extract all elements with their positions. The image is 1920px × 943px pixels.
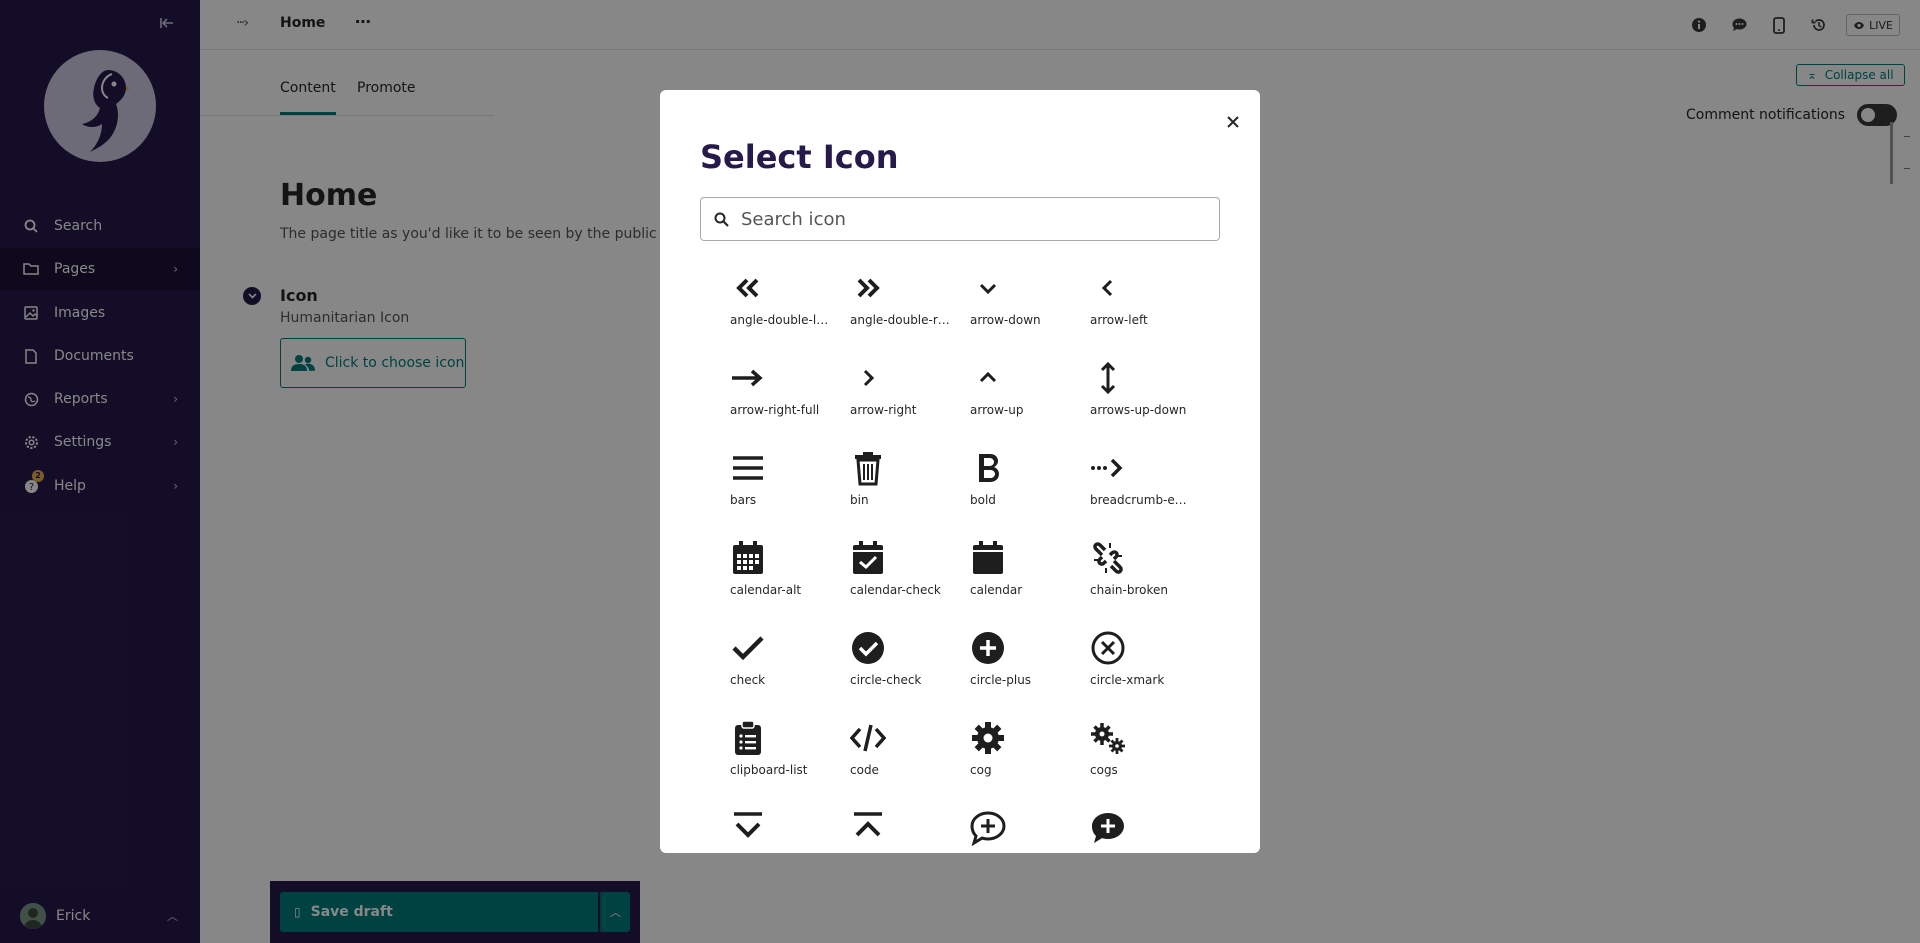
arrows-up-down-icon: [1090, 358, 1130, 398]
icon-option-label: bin: [850, 493, 869, 507]
icon-option-bars[interactable]: bars: [730, 448, 840, 538]
icon-option-arrow-left[interactable]: arrow-left: [1090, 268, 1200, 358]
calendar-icon: [970, 538, 1010, 578]
select-icon-modal: Select Icon angle-double-left angle-doub…: [660, 90, 1260, 853]
cogs-icon: [1090, 718, 1130, 758]
icon-option-label: chain-broken: [1090, 583, 1168, 597]
icon-option-label: circle-xmark: [1090, 673, 1165, 687]
icon-option-bold[interactable]: bold: [970, 448, 1080, 538]
arrow-up-icon: [970, 358, 1010, 398]
icon-option-calendar-check[interactable]: calendar-check: [850, 538, 960, 628]
cog-icon: [970, 718, 1010, 758]
icon-option-angle-double-right[interactable]: angle-double-ri…: [850, 268, 960, 358]
circle-plus-icon: [970, 628, 1010, 668]
icon-option-arrow-right[interactable]: arrow-right: [850, 358, 960, 448]
icon-option-label: check: [730, 673, 766, 687]
arrow-down-icon: [970, 268, 1010, 308]
check-icon: [730, 628, 770, 668]
icon-option-cog[interactable]: cog: [970, 718, 1080, 808]
circle-xmark-icon: [1090, 628, 1130, 668]
angle-double-left-icon: [730, 268, 770, 308]
icon-option-label: arrow-left: [1090, 313, 1148, 327]
icon-option-label: circle-plus: [970, 673, 1032, 687]
icon-option-chain-broken[interactable]: chain-broken: [1090, 538, 1200, 628]
chain-broken-icon: [1090, 538, 1130, 578]
icon-option-label: clipboard-list: [730, 763, 808, 777]
circle-check-icon: [850, 628, 890, 668]
breadcrumb-expand-icon: [1090, 448, 1130, 488]
icon-option-bin[interactable]: bin: [850, 448, 960, 538]
icon-option-collapse-up[interactable]: [850, 808, 960, 853]
calendar-check-icon: [850, 538, 890, 578]
icon-option-label: calendar-alt: [730, 583, 802, 597]
icon-option-circle-plus[interactable]: circle-plus: [970, 628, 1080, 718]
icon-option-label: calendar-check: [850, 583, 941, 597]
bold-icon: [970, 448, 1010, 488]
icon-option-label: angle-double-left: [730, 313, 830, 327]
comment-add-reversed-icon: [1090, 808, 1130, 848]
icon-option-circle-check[interactable]: circle-check: [850, 628, 960, 718]
bars-icon: [730, 448, 770, 488]
icon-option-comment-add[interactable]: [970, 808, 1080, 853]
arrow-left-icon: [1090, 268, 1130, 308]
collapse-down-icon: [730, 808, 770, 848]
arrow-right-icon: [850, 358, 890, 398]
icon-option-comment-add-reversed[interactable]: [1090, 808, 1200, 853]
icon-option-calendar[interactable]: calendar: [970, 538, 1080, 628]
icon-option-arrow-down[interactable]: arrow-down: [970, 268, 1080, 358]
code-icon: [850, 718, 890, 758]
collapse-up-icon: [850, 808, 890, 848]
search-icon: [701, 212, 741, 227]
icon-option-label: arrow-right: [850, 403, 917, 417]
icon-option-check[interactable]: check: [730, 628, 840, 718]
clipboard-list-icon: [730, 718, 770, 758]
icon-option-label: arrow-right-full: [730, 403, 820, 417]
icon-option-label: bars: [730, 493, 757, 507]
icon-option-breadcrumb-expand[interactable]: breadcrumb-ex…: [1090, 448, 1200, 538]
close-icon[interactable]: [1220, 110, 1246, 136]
icon-option-code[interactable]: code: [850, 718, 960, 808]
arrow-right-full-icon: [730, 358, 770, 398]
icon-option-label: cogs: [1090, 763, 1118, 777]
icon-option-label: calendar: [970, 583, 1023, 597]
icon-option-circle-xmark[interactable]: circle-xmark: [1090, 628, 1200, 718]
icon-option-label: breadcrumb-ex…: [1090, 493, 1190, 507]
comment-add-icon: [970, 808, 1010, 848]
icon-option-label: bold: [970, 493, 996, 507]
icon-option-label: circle-check: [850, 673, 922, 687]
bin-icon: [850, 448, 890, 488]
icon-option-cogs[interactable]: cogs: [1090, 718, 1200, 808]
icon-option-collapse-down[interactable]: [730, 808, 840, 853]
angle-double-right-icon: [850, 268, 890, 308]
icon-option-arrow-up[interactable]: arrow-up: [970, 358, 1080, 448]
modal-title: Select Icon: [700, 138, 899, 176]
icon-option-label: code: [850, 763, 879, 777]
icon-option-label: arrow-up: [970, 403, 1024, 417]
icon-option-arrow-right-full[interactable]: arrow-right-full: [730, 358, 840, 448]
icon-option-label: arrows-up-down: [1090, 403, 1187, 417]
icon-option-label: cog: [970, 763, 992, 777]
icon-option-label: angle-double-ri…: [850, 313, 950, 327]
icon-option-angle-double-left[interactable]: angle-double-left: [730, 268, 840, 358]
icon-option-clipboard-list[interactable]: clipboard-list: [730, 718, 840, 808]
search-field[interactable]: [700, 197, 1220, 241]
calendar-alt-icon: [730, 538, 770, 578]
icon-option-label: arrow-down: [970, 313, 1041, 327]
icon-option-calendar-alt[interactable]: calendar-alt: [730, 538, 840, 628]
icon-option-arrows-up-down[interactable]: arrows-up-down: [1090, 358, 1200, 448]
search-input[interactable]: [741, 208, 1201, 230]
